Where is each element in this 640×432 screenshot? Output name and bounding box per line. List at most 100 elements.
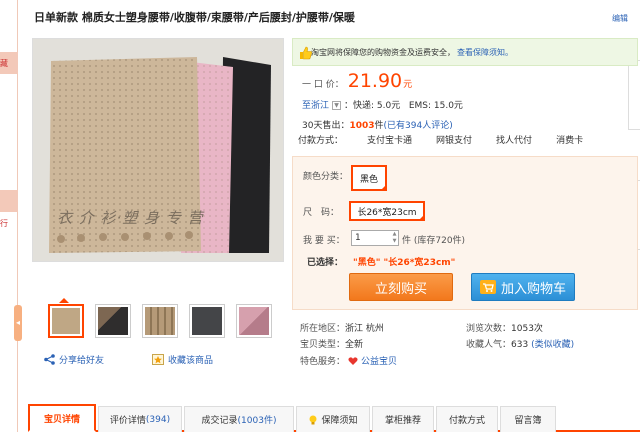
popularity-value: 633: [511, 340, 529, 350]
price-value: 21.90: [347, 70, 403, 92]
price-row: 一 口 价： 21.90元: [302, 70, 412, 92]
size-label: 尺 码：: [303, 208, 340, 218]
sales-unit: 件: [374, 121, 384, 131]
sidebar-text: 藏: [0, 59, 8, 68]
views-value: 1053次: [511, 324, 543, 334]
sidebar-bar: [0, 190, 18, 212]
tab-label: 成交记录: [201, 416, 238, 426]
shipping-ems: EMS: 15.0元: [408, 101, 463, 111]
payment-option[interactable]: 找人代付: [496, 133, 532, 146]
type-label: 宝贝类型：: [300, 340, 346, 350]
price-unit: 元: [403, 80, 413, 90]
favorite-icon: [152, 354, 164, 365]
favorite-label: 收藏该商品: [168, 356, 214, 366]
quantity-stepper[interactable]: ▲ ▼: [391, 231, 398, 245]
shipping-destination[interactable]: 至浙江: [302, 101, 329, 111]
product-title: 日单新款 棉质女士塑身腰带/收腹带/束腰带/产后腰封/护腰带/保暖: [34, 11, 355, 24]
color-label: 颜色分类：: [303, 172, 349, 182]
tab-label: 付款方式: [448, 416, 485, 426]
chosen-value: "黑色" "长26*宽23cm": [353, 258, 456, 268]
thumbnail[interactable]: [236, 304, 272, 338]
share-label: 分享给好友: [59, 356, 105, 366]
product-photo: [33, 39, 283, 261]
tab-transactions[interactable]: 成交记录 (1003件): [184, 406, 294, 432]
type-info: 宝贝类型：全新: [300, 337, 363, 350]
tab-shop-recommend[interactable]: 掌柜推荐: [372, 406, 434, 432]
payment-option[interactable]: 支付宝卡通: [367, 133, 412, 146]
tab-count: (394): [145, 414, 171, 425]
share-icon: [44, 354, 55, 365]
notice-text: 淘宝网将保障您的购物资金及运费安全，: [311, 47, 455, 57]
price-label: 一 口 价：: [302, 80, 344, 90]
tab-label: 掌柜推荐: [384, 416, 421, 426]
security-notice: 淘宝网将保障您的购物资金及运费安全， 查看保障须知。: [292, 38, 638, 66]
product-main-image[interactable]: 衣 介 衫·塑 身 专 营: [32, 38, 284, 262]
tab-item-details[interactable]: 宝贝详情: [28, 404, 96, 432]
buy-now-label: 立刻购买: [374, 281, 427, 297]
selected-check-icon: [418, 214, 425, 221]
type-value: 全新: [345, 340, 364, 350]
sales-row: 30天售出：1003件(已有394人评论): [302, 118, 453, 131]
color-option-label: 黑色: [359, 174, 378, 185]
quantity-label: 我 要 买：: [303, 236, 345, 246]
notice-link[interactable]: 查看保障须知。: [457, 47, 513, 58]
tab-guestbook[interactable]: 留言簿: [500, 406, 556, 432]
location-info: 所在地区：浙江 杭州: [300, 321, 384, 334]
thumb-selected-arrow-icon: [59, 298, 69, 303]
thumbnail[interactable]: [189, 304, 225, 338]
shipping-row: 至浙江 ▼ ：快递: 5.0元 EMS: 15.0元: [302, 98, 463, 111]
right-panel-edge: [628, 60, 640, 130]
tab-label: 保障须知: [321, 416, 358, 426]
stock-text: 件 (库存720件): [402, 236, 466, 246]
favorite-link[interactable]: 收藏该商品: [152, 353, 213, 366]
tab-reviews[interactable]: 评价详情 (394): [98, 406, 182, 432]
share-link[interactable]: 分享给好友: [44, 353, 104, 366]
reviews-link[interactable]: (已有394人评论): [384, 121, 453, 131]
tab-label: 评价详情: [109, 416, 146, 426]
add-to-cart-button[interactable]: 加入购物车: [471, 273, 575, 301]
sales-label: 30天售出：: [302, 121, 350, 131]
bulb-icon: [309, 415, 317, 424]
tab-label: 留言簿: [514, 416, 542, 426]
location-value: 浙江 杭州: [345, 324, 384, 334]
service-info: 特色服务： 公益宝贝: [300, 354, 397, 367]
tab-label: 宝贝详情: [43, 414, 80, 425]
sales-count: 1003: [349, 121, 375, 131]
detail-tab-bar: 宝贝详情 评价详情 (394) 成交记录 (1003件) 保障须知 掌柜推荐 付款方…: [28, 402, 640, 432]
popularity-label: 收藏人气：: [466, 340, 512, 350]
sku-selector: 颜色分类： 黑色 尺 码： 长26*宽23cm 我 要 买： 1 ▲ ▼ 件 (库…: [292, 156, 638, 310]
color-option-black[interactable]: 黑色: [351, 165, 387, 191]
views-info: 浏览次数：1053次: [466, 321, 543, 334]
tab-guarantee[interactable]: 保障须知: [296, 406, 370, 432]
size-option-label: 长26*宽23cm: [357, 207, 417, 218]
thumbnail[interactable]: [95, 304, 131, 338]
popularity-info: 收藏人气：633 (类似收藏): [466, 337, 574, 350]
buy-now-button[interactable]: 立刻购买: [349, 273, 453, 301]
edit-link[interactable]: 编辑: [612, 13, 628, 24]
thumbs-up-icon: [300, 46, 312, 60]
charity-link[interactable]: 公益宝贝: [361, 354, 397, 367]
thumbnail[interactable]: [142, 304, 178, 338]
location-label: 所在地区：: [300, 324, 346, 334]
shipping-express: ：快递: 5.0元: [344, 101, 401, 111]
thumbnail[interactable]: [48, 304, 84, 338]
selected-check-icon: [380, 184, 387, 191]
similar-favorites-link[interactable]: (类似收藏): [531, 340, 574, 350]
views-label: 浏览次数：: [466, 324, 512, 334]
size-option[interactable]: 长26*宽23cm: [349, 201, 425, 221]
collapse-arrow-icon[interactable]: ◂: [14, 305, 22, 341]
chosen-label: 已选择：: [307, 258, 344, 268]
left-sidebar-edge: 藏 行: [0, 0, 18, 432]
cart-icon: [479, 280, 496, 294]
image-watermark: 衣 介 衫·塑 身 专 营: [57, 209, 204, 227]
payment-option[interactable]: 网银支付: [436, 133, 472, 146]
payment-option[interactable]: 消费卡: [556, 133, 583, 146]
chevron-down-icon[interactable]: ▼: [332, 101, 342, 110]
payment-label: 付款方式：: [298, 136, 344, 146]
payment-row: 付款方式： 支付宝卡通 网银支付 找人代付 消费卡: [298, 133, 638, 146]
tab-payment[interactable]: 付款方式: [436, 406, 498, 432]
add-to-cart-label: 加入购物车: [500, 281, 566, 297]
service-label: 特色服务：: [300, 357, 346, 367]
charity-heart-icon: [348, 356, 358, 365]
sidebar-text: 行: [0, 219, 8, 228]
